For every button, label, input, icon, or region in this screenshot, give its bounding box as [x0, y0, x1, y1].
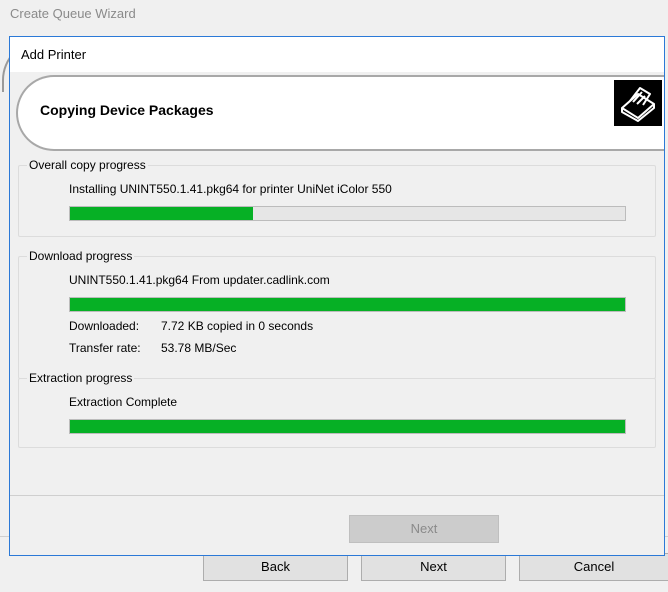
wizard-next-button[interactable]: Next [361, 553, 506, 581]
extraction-status-text: Extraction Complete [69, 395, 178, 409]
download-progress-label: Download progress [27, 249, 135, 263]
download-progress-bar [69, 297, 626, 312]
transfer-rate-value: 53.78 MB/Sec [161, 341, 237, 355]
downloaded-value: 7.72 KB copied in 0 seconds [161, 319, 314, 333]
extraction-progress-label: Extraction progress [27, 371, 135, 385]
printer-icon [614, 80, 662, 126]
download-status-text: UNINT550.1.41.pkg64 From updater.cadlink… [69, 273, 330, 287]
overall-progress-group: Overall copy progress Installing UNINT55… [18, 158, 656, 237]
dialog-titlebar[interactable]: Add Printer [10, 37, 664, 72]
extraction-progress-fill [70, 420, 625, 433]
dialog-footer-divider [10, 495, 664, 496]
overall-progress-bar [69, 206, 626, 221]
page-heading: Copying Device Packages [40, 102, 214, 118]
overall-progress-fill [70, 207, 254, 220]
dialog-header-panel: Copying Device Packages [16, 75, 664, 151]
overall-progress-label: Overall copy progress [27, 158, 148, 172]
downloaded-label: Downloaded: [69, 319, 140, 333]
overall-status-text: Installing UNINT550.1.41.pkg64 for print… [69, 182, 392, 196]
add-printer-dialog: Add Printer Copying Device Packages Over… [9, 36, 665, 556]
next-button[interactable]: Next [349, 515, 499, 543]
download-progress-fill [70, 298, 625, 311]
download-progress-group: Download progress UNINT550.1.41.pkg64 Fr… [18, 249, 656, 379]
back-button[interactable]: Back [203, 553, 348, 581]
dialog-title: Add Printer [21, 47, 87, 62]
transfer-rate-label: Transfer rate: [69, 341, 141, 355]
extraction-progress-group: Extraction progress Extraction Complete [18, 371, 656, 448]
cancel-button[interactable]: Cancel [519, 553, 668, 581]
wizard-title: Create Queue Wizard [10, 6, 136, 21]
extraction-progress-bar [69, 419, 626, 434]
